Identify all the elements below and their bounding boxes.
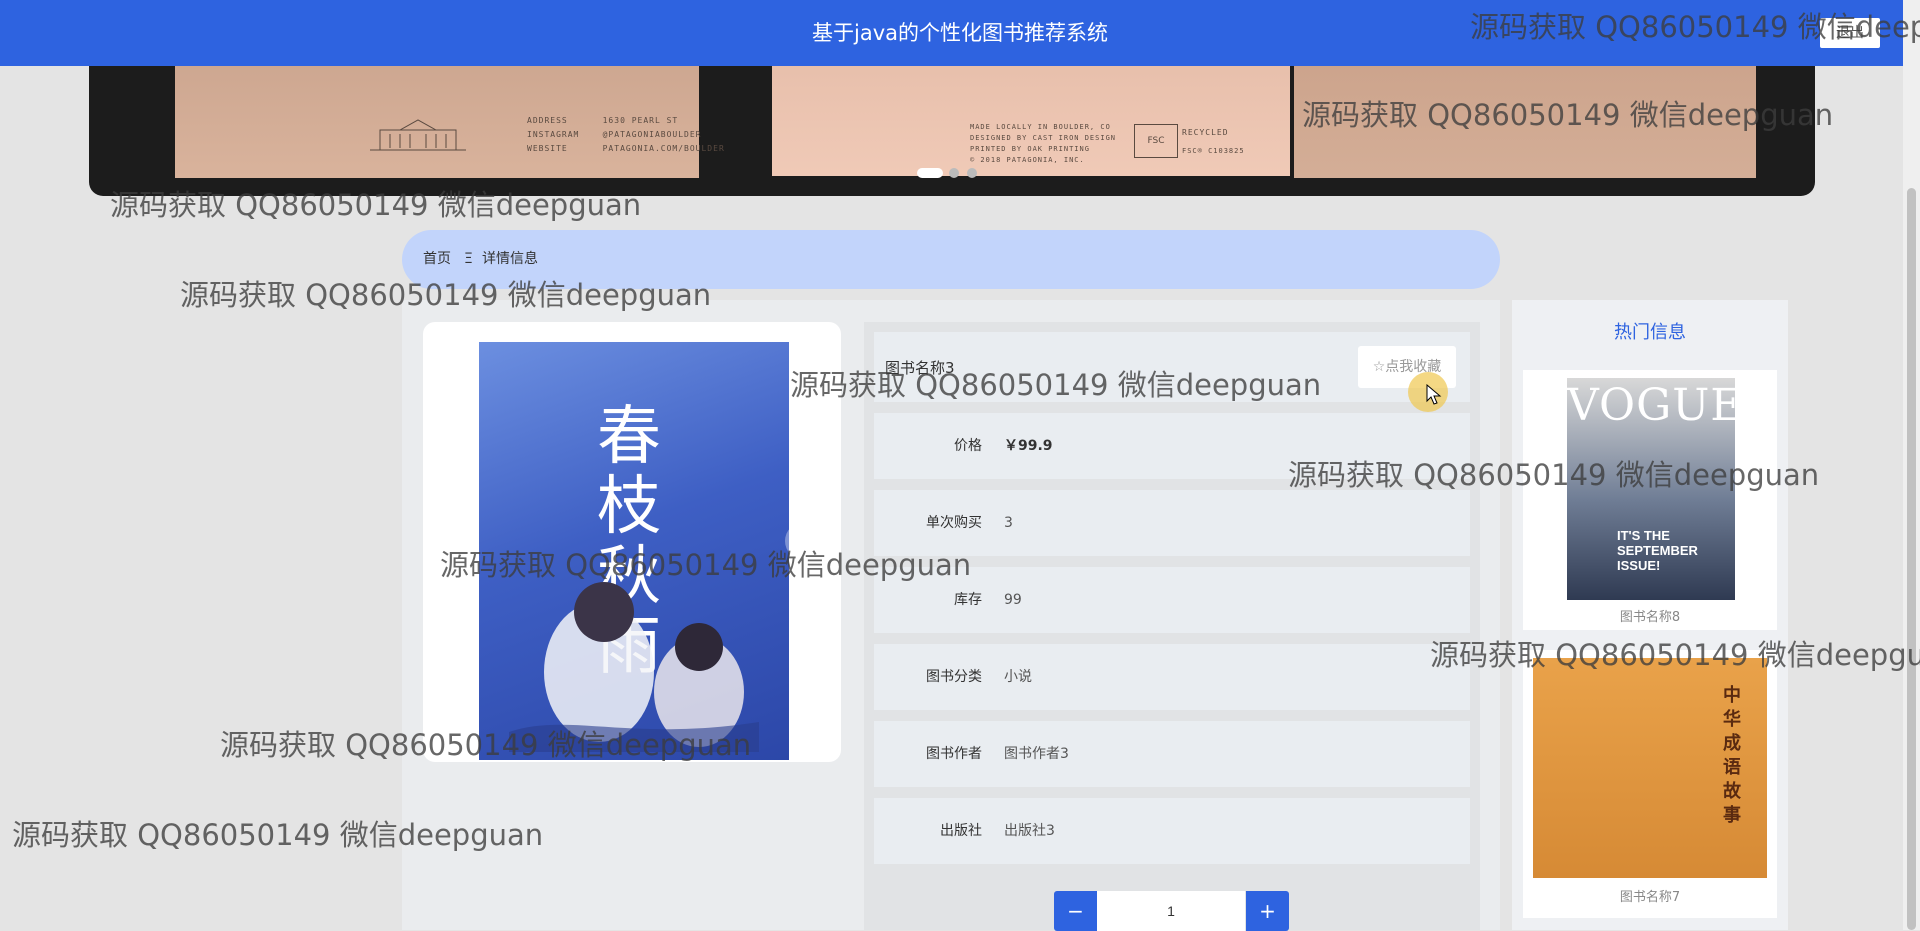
watermark: 源码获取 QQ86050149 微信deepguan <box>180 278 712 312</box>
hot-info-title: 热门信息 <box>1614 322 1686 343</box>
banner-address-text: ADDRESS 1630 PEARL ST INSTAGRAM @PATAGON… <box>527 116 725 153</box>
page-scrollbar[interactable] <box>1903 0 1920 930</box>
price-label: 价格 <box>954 438 982 454</box>
hot-item-2-cover: 中华成语故事 <box>1533 658 1767 878</box>
carousel-dot-3[interactable] <box>967 168 977 178</box>
hot-item-1-caption: 图书名称8 <box>1619 610 1681 625</box>
category-value: 小说 <box>1004 669 1032 685</box>
hot-item-2-title: 中华成语故事 <box>1723 685 1741 826</box>
watermark: 源码获取 QQ86050149 微信deepguan <box>12 818 544 852</box>
field-row-author: 图书作者 图书作者3 <box>874 721 1470 787</box>
watermark: 源码获取 QQ86050149 微信deepguan <box>440 548 972 582</box>
watermark: 源码获取 QQ86050149 微信deepguan <box>790 368 1322 402</box>
hot-item-1[interactable]: VOGUE IT'S THE SEPTEMBER ISSUE! 图书名称8 <box>1523 370 1777 630</box>
publisher-label: 出版社 <box>940 823 982 839</box>
watermark: 源码获取 QQ86050149 微信deepguan <box>1288 458 1820 492</box>
fsc-code: FSC® C103825 <box>1182 147 1245 155</box>
quantity-input[interactable] <box>1097 891 1245 931</box>
price-value: ￥99.9 <box>1004 438 1053 454</box>
fsc-logo: FSC <box>1134 124 1178 158</box>
carousel-dot-2[interactable] <box>949 168 959 178</box>
hot-item-2-caption: 图书名称7 <box>1619 890 1681 905</box>
hot-item-2[interactable]: 中华成语故事 图书名称7 <box>1523 650 1777 918</box>
publisher-value: 出版社3 <box>1004 823 1055 839</box>
field-row-publisher: 出版社 出版社3 <box>874 798 1470 864</box>
building-icon <box>370 119 466 151</box>
author-value: 图书作者3 <box>1004 746 1069 762</box>
watermark: 源码获取 QQ86050149 微信deepguan <box>220 728 752 762</box>
watermark: 源码获取 QQ86050149 微信deepguan <box>110 188 642 222</box>
recycled-label: RECYCLED <box>1182 128 1229 137</box>
stock-value: 99 <box>1004 592 1022 608</box>
banner-credits-text: MADE LOCALLY IN BOULDER, CO DESIGNED BY … <box>970 123 1117 164</box>
mouse-cursor-highlight <box>1408 372 1448 412</box>
watermark: 源码获取 QQ86050149 微信deepguan <box>1430 638 1920 672</box>
author-label: 图书作者 <box>926 746 982 762</box>
cursor-arrow-icon <box>1426 384 1442 405</box>
vogue-masthead: VOGUE <box>1567 380 1744 431</box>
field-row-category: 图书分类 小说 <box>874 644 1470 710</box>
fsc-label: FSC <box>1147 136 1165 146</box>
watermark: 源码获取 QQ86050149 微信deepguan <box>1470 10 1920 44</box>
quantity-decrease-button[interactable]: − <box>1054 891 1097 931</box>
watermark: 源码获取 QQ86050149 微信deepguan <box>1302 98 1834 132</box>
scrollbar-thumb[interactable] <box>1907 188 1916 930</box>
category-label: 图书分类 <box>926 669 982 685</box>
carousel-dot-1[interactable] <box>917 168 943 178</box>
vogue-headline: IT'S THE SEPTEMBER ISSUE! <box>1617 528 1698 573</box>
per-purchase-value: 3 <box>1004 515 1013 531</box>
quantity-increase-button[interactable]: + <box>1246 891 1289 931</box>
